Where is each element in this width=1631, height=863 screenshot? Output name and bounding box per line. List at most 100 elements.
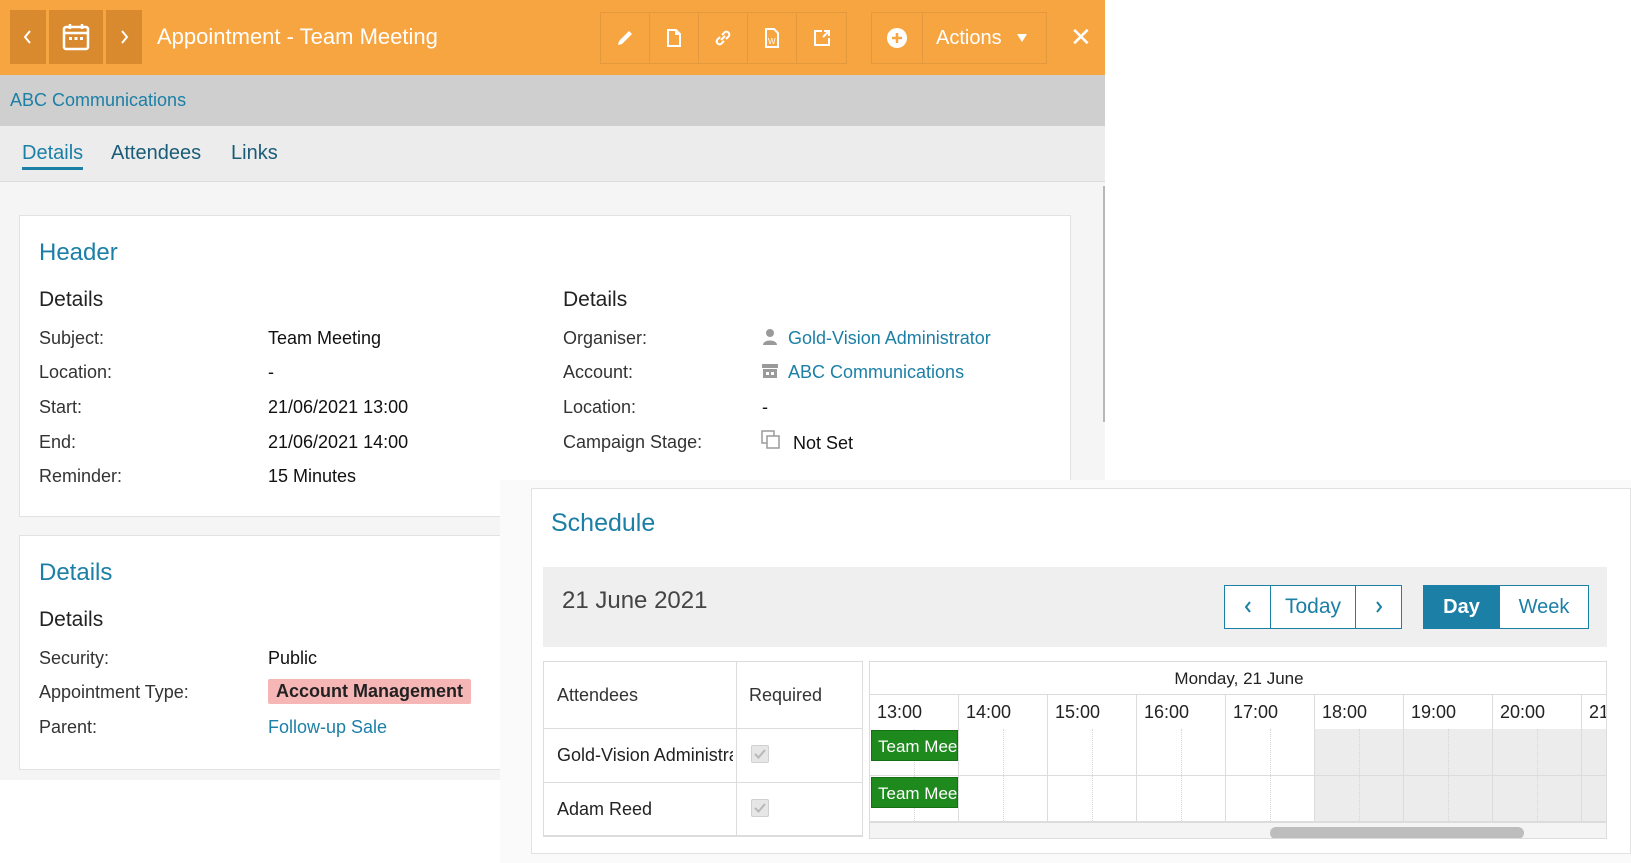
field-label: Campaign Stage: [563,432,703,452]
location-value: - [762,397,768,417]
view-switcher: Day Week [1423,585,1589,629]
close-icon[interactable]: ✕ [1070,22,1092,52]
organiser-link[interactable]: Gold-Vision Administrator [788,328,991,349]
tab-attendees[interactable]: Attendees [111,142,201,165]
actions-dropdown[interactable]: Actions [923,13,1046,63]
scrollbar-thumb[interactable] [1270,827,1524,838]
timeline-grid: Monday, 21 June 13:00 14:00 15:00 16:00 … [869,661,1607,839]
hour-label: 13:00 [870,695,959,729]
today-button[interactable]: Today [1271,586,1356,628]
attendees-table: Attendees Required Gold-Vision Administr… [543,661,863,837]
document-button[interactable] [650,13,699,63]
hour-label: 20:00 [1493,695,1582,729]
document-icon [667,29,681,47]
chevron-right-icon [121,30,129,44]
event-block[interactable]: Team Meeting [871,777,958,808]
security-value: Public [268,648,318,668]
section-title: Details [39,288,104,311]
appointment-type-badge: Account Management [268,679,472,704]
field-label: Subject: [39,328,105,348]
link-button[interactable] [699,13,748,63]
time-slot[interactable] [1226,729,1315,776]
add-button[interactable] [872,13,923,63]
time-slot[interactable] [1582,776,1606,822]
tab-bar: Details Attendees Links [0,126,1105,182]
time-slot[interactable] [1404,776,1493,822]
edit-button[interactable] [601,13,650,63]
tab-links[interactable]: Links [231,142,278,165]
hour-label: 18:00 [1315,695,1404,729]
link-icon [715,30,731,46]
building-icon [762,364,778,378]
chevron-left-icon [23,30,31,44]
time-slot[interactable] [1582,729,1606,776]
svg-text:W: W [768,37,776,46]
time-slot[interactable] [1137,776,1226,822]
section-title: Details [563,288,628,311]
start-value: 21/06/2021 13:00 [268,397,409,417]
required-checkbox[interactable] [751,799,769,817]
time-slot[interactable] [1048,776,1137,822]
schedule-popup: Schedule 21 June 2021 Today Day Week Att… [500,480,1631,863]
field-label: Location: [39,362,113,382]
day-view-button[interactable]: Day [1424,586,1499,628]
next-button[interactable] [106,10,142,64]
schedule-toolbar: 21 June 2021 Today Day Week [543,567,1607,647]
field-label: Start: [39,397,83,417]
time-slot[interactable] [959,729,1048,776]
open-external-button[interactable] [797,13,846,63]
day-header: Monday, 21 June [870,662,1606,695]
vertical-scrollbar[interactable] [1103,186,1105,422]
time-slot[interactable] [959,776,1048,822]
time-slot[interactable] [1315,729,1404,776]
time-slot[interactable] [1226,776,1315,822]
person-icon [763,329,777,345]
time-slot[interactable] [1048,729,1137,776]
field-label: Security: [39,648,110,668]
end-value: 21/06/2021 14:00 [268,432,409,452]
table-header-row: Attendees Required [544,662,862,729]
previous-button[interactable] [10,10,46,64]
calendar-button[interactable] [49,10,103,64]
calendar-icon [62,24,90,51]
hour-label: 16:00 [1137,695,1226,729]
field-label: Location: [563,397,637,417]
time-slot[interactable] [1315,776,1404,822]
field-label: Appointment Type: [39,682,189,702]
hour-label: 19:00 [1404,695,1493,729]
chevron-right-icon [1375,601,1382,613]
actions-label: Actions [936,26,1002,49]
next-day-button[interactable] [1356,586,1401,628]
horizontal-scrollbar[interactable] [870,822,1606,838]
pencil-icon [618,31,632,45]
caret-down-icon [1016,34,1027,42]
required-checkbox[interactable] [751,745,769,763]
open-external-icon [813,30,830,46]
time-slot[interactable] [1493,776,1582,822]
week-view-button[interactable]: Week [1499,586,1588,628]
date-navigation: Today [1224,585,1402,629]
field-label: Reminder: [39,466,123,486]
time-slot[interactable] [1137,729,1226,776]
time-slot[interactable] [1404,729,1493,776]
parent-link[interactable]: Follow-up Sale [268,717,387,738]
actions-group: Actions [871,12,1047,64]
tab-details[interactable]: Details [22,142,84,170]
hour-label: 14:00 [959,695,1048,729]
page-title: Appointment - Team Meeting [157,24,438,49]
hour-label: 15:00 [1048,695,1137,729]
word-document-icon: W [765,28,779,48]
header-panel-title: Header [39,239,118,266]
attendee-name: Adam Reed [557,799,653,819]
schedule-title: Schedule [551,509,656,537]
field-label: Parent: [39,717,98,737]
event-block[interactable]: Team Meeting [871,730,958,761]
plus-circle-icon [887,28,907,48]
breadcrumb-link[interactable]: ABC Communications [10,90,186,111]
attendees-column-header: Attendees [557,685,639,705]
time-slot[interactable] [1493,729,1582,776]
previous-day-button[interactable] [1225,586,1271,628]
schedule-date: 21 June 2021 [562,587,708,614]
account-link[interactable]: ABC Communications [788,362,964,383]
word-document-button[interactable]: W [748,13,797,63]
